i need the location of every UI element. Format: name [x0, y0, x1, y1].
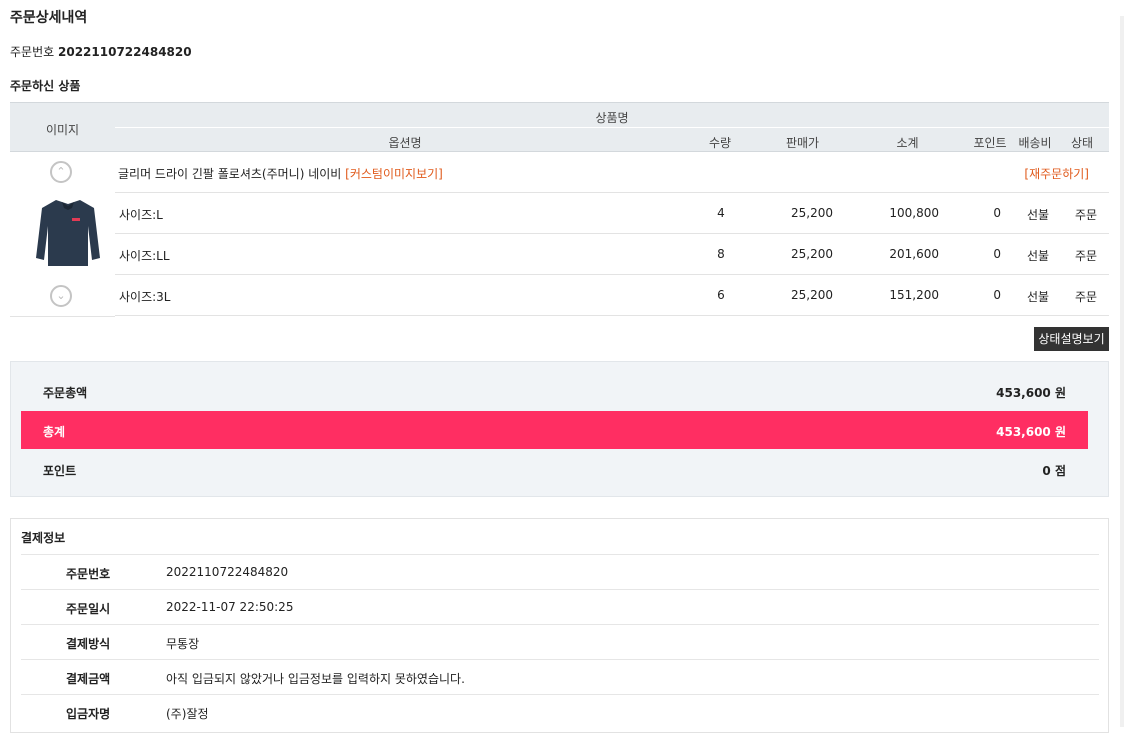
table-row: 사이즈:L 4 25,200 100,800 0 선불 주문: [115, 193, 1109, 234]
point-cell: 0: [993, 247, 1001, 261]
payment-row-label: 결제금액: [66, 672, 111, 686]
payment-row-label: 입금자명: [66, 707, 111, 721]
order-number-line: 주문번호 2022110722484820: [10, 43, 192, 60]
product-thumbnail[interactable]: [34, 196, 102, 268]
order-total-row: 주문총액 453,600 원: [21, 372, 1088, 410]
price-cell: 25,200: [791, 247, 833, 261]
header-option: 옵션명: [388, 136, 422, 150]
reorder-link[interactable]: [재주문하기]: [1024, 165, 1089, 182]
table-row: 사이즈:LL 8 25,200 201,600 0 선불 주문: [115, 234, 1109, 275]
payment-info-box: 결제정보 주문번호 2022110722484820 주문일시 2022-11-…: [10, 518, 1109, 733]
header-status: 상태: [1070, 136, 1094, 150]
payment-row: 결제금액 아직 입금되지 않았거나 입금정보를 입력하지 못하였습니다.: [21, 659, 1099, 694]
option-cell: 사이즈:L: [119, 208, 163, 222]
product-name-row: 글리머 드라이 긴팔 폴로셔츠(주머니) 네이비 [커스텀이미지보기] [재주문…: [115, 152, 1109, 193]
option-cell: 사이즈:3L: [119, 290, 171, 304]
payment-row-label: 주문일시: [66, 602, 111, 616]
header-divider: [115, 127, 1109, 128]
qty-cell: 4: [717, 206, 725, 220]
status-cell: 주문: [1075, 249, 1098, 263]
payment-row: 주문일시 2022-11-07 22:50:25: [21, 589, 1099, 624]
table-row: 사이즈:3L 6 25,200 151,200 0 선불 주문: [115, 275, 1109, 316]
qty-cell: 8: [717, 247, 725, 261]
point-row: 포인트 0 점: [21, 450, 1088, 488]
header-point: 포인트: [973, 136, 1007, 150]
header-product-name: 상품명: [595, 111, 629, 125]
order-total-label: 주문총액: [43, 386, 88, 400]
subtotal-cell: 151,200: [889, 288, 939, 302]
grand-total-label: 총계: [43, 425, 66, 439]
payment-row-value: 무통장: [166, 637, 200, 651]
subtotal-cell: 100,800: [889, 206, 939, 220]
point-cell: 0: [993, 206, 1001, 220]
subtotal-cell: 201,600: [889, 247, 939, 261]
shipping-cell: 선불: [1027, 249, 1050, 263]
payment-row: 주문번호 2022110722484820: [21, 554, 1099, 589]
payment-row-value: (주)잘정: [166, 707, 209, 721]
payment-row-value: 아직 입금되지 않았거나 입금정보를 입력하지 못하였습니다.: [166, 672, 465, 686]
shipping-cell: 선불: [1027, 208, 1050, 222]
price-cell: 25,200: [791, 206, 833, 220]
payment-row: 입금자명 (주)잘정: [21, 694, 1099, 729]
grand-total-row: 총계 453,600 원: [21, 411, 1088, 449]
status-cell: 주문: [1075, 290, 1098, 304]
order-total-value: 453,600 원: [996, 386, 1066, 400]
order-totals-box: 주문총액 453,600 원 총계 453,600 원 포인트 0 점: [10, 361, 1109, 497]
payment-row-label: 결제방식: [66, 637, 111, 651]
product-name-cell: 글리머 드라이 긴팔 폴로셔츠(주머니) 네이비 [커스텀이미지보기]: [118, 165, 443, 182]
header-qty: 수량: [708, 136, 732, 150]
product-image-column: ⌃ ⌄: [10, 152, 115, 317]
ordered-products-title: 주문하신 상품: [10, 79, 81, 93]
chevron-up-icon[interactable]: ⌃: [50, 161, 72, 183]
product-name: 글리머 드라이 긴팔 폴로셔츠(주머니) 네이비: [118, 167, 342, 181]
order-number-value: 2022110722484820: [58, 45, 192, 59]
table-header: 이미지 상품명 옵션명 수량 판매가 소계 포인트 배송비 상태: [10, 102, 1109, 152]
payment-row: 결제방식 무통장: [21, 624, 1099, 659]
custom-image-link[interactable]: [커스텀이미지보기]: [345, 167, 443, 181]
header-price: 판매가: [785, 136, 820, 150]
shipping-cell: 선불: [1027, 290, 1050, 304]
header-image: 이미지: [45, 123, 80, 137]
grand-total-value: 453,600 원: [996, 425, 1066, 439]
status-cell: 주문: [1075, 208, 1098, 222]
option-cell: 사이즈:LL: [119, 249, 170, 263]
payment-info-title: 결제정보: [21, 531, 66, 545]
point-cell: 0: [993, 288, 1001, 302]
payment-row-value: 2022-11-07 22:50:25: [166, 600, 294, 614]
scrollbar[interactable]: [1120, 16, 1124, 727]
chevron-down-icon[interactable]: ⌄: [50, 285, 72, 307]
page-title: 주문상세내역: [10, 10, 88, 26]
qty-cell: 6: [717, 288, 725, 302]
order-number-label: 주문번호: [10, 45, 55, 59]
point-value: 0 점: [1042, 464, 1066, 478]
header-shipping: 배송비: [1018, 136, 1052, 150]
price-cell: 25,200: [791, 288, 833, 302]
point-label: 포인트: [43, 464, 77, 478]
header-subtotal: 소계: [896, 136, 919, 150]
status-description-button[interactable]: 상태설명보기: [1034, 327, 1109, 351]
payment-row-value: 2022110722484820: [166, 565, 289, 579]
payment-row-label: 주문번호: [66, 567, 111, 581]
